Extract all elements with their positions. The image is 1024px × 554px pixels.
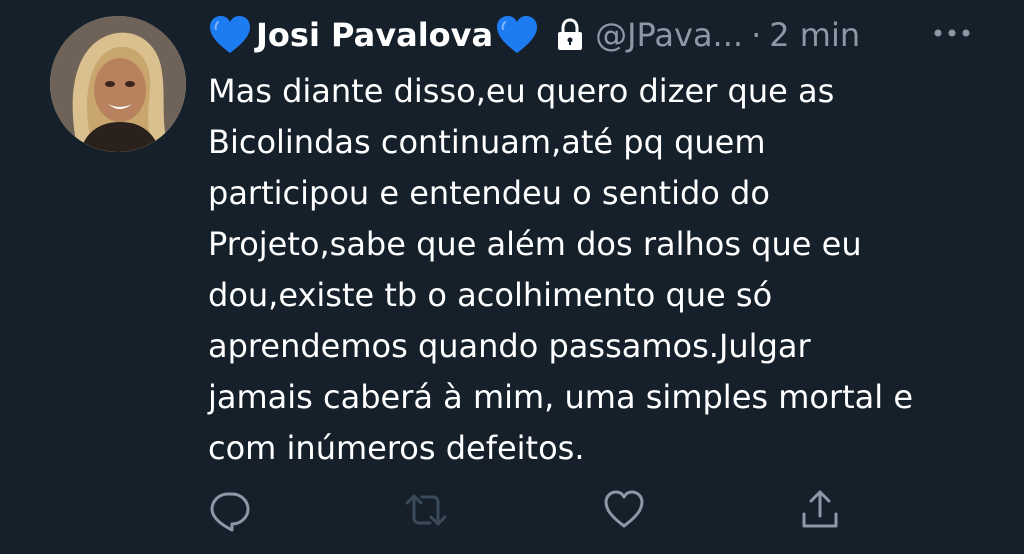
blue-heart-icon	[495, 14, 539, 56]
blue-heart-icon	[208, 14, 252, 56]
retweet-icon[interactable]	[404, 488, 448, 532]
tweet-header: Josi Pavalova @JPava... · 2 min	[208, 10, 998, 60]
separator-dot: ·	[751, 16, 762, 54]
tweet-timestamp[interactable]: 2 min	[769, 16, 860, 54]
author-handle[interactable]: @JPava...	[595, 16, 743, 54]
more-options-icon[interactable]	[930, 18, 974, 48]
author-avatar[interactable]	[50, 16, 186, 152]
like-icon[interactable]	[602, 488, 646, 532]
tweet-text: Mas diante disso,eu quero dizer que as B…	[208, 72, 914, 467]
tweet-actions	[208, 488, 848, 536]
lock-icon	[555, 18, 585, 52]
reply-icon[interactable]	[208, 488, 252, 532]
author-display-name[interactable]: Josi Pavalova	[256, 16, 493, 54]
tweet-card: Josi Pavalova @JPava... · 2 min Mas dian…	[0, 0, 1024, 554]
avatar-photo	[50, 16, 186, 152]
share-icon[interactable]	[798, 488, 842, 532]
